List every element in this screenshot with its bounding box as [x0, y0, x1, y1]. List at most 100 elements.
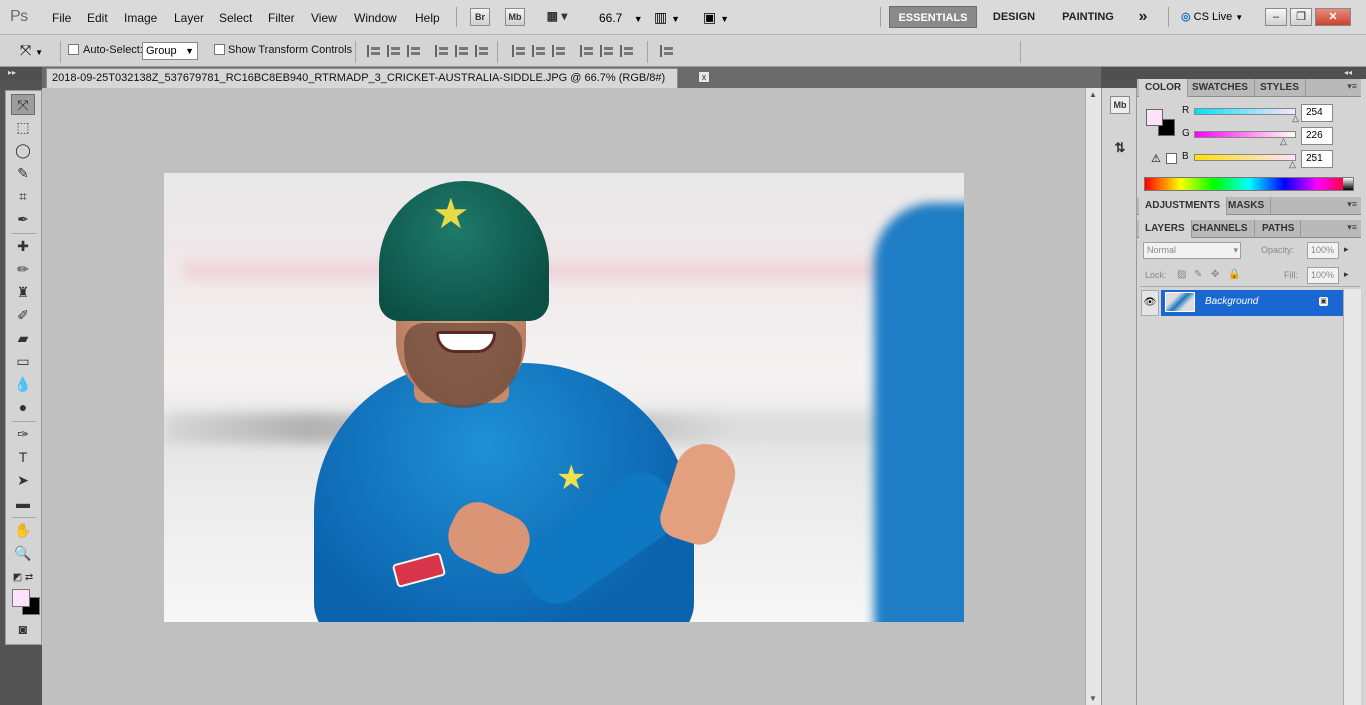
mini-bridge-panel-icon[interactable]: Mb	[1110, 96, 1130, 114]
vertical-scrollbar[interactable]: ▲ ▼	[1085, 88, 1101, 705]
align-top-icon[interactable]	[367, 45, 381, 57]
close-button[interactable]: ✕	[1315, 8, 1351, 26]
menu-edit[interactable]: Edit	[87, 11, 108, 25]
panel-menu-icon[interactable]: ▾≡	[1347, 81, 1357, 92]
layer-row-background[interactable]: Background ▣	[1161, 290, 1343, 316]
history-panel-icon[interactable]: ⇅	[1110, 140, 1130, 158]
blur-icon[interactable]: 💧	[11, 374, 35, 395]
auto-align-layers-icon[interactable]	[660, 45, 674, 57]
color-spectrum-ramp[interactable]	[1144, 177, 1354, 191]
zoom-icon[interactable]: 🔍	[11, 543, 35, 564]
opacity-arrow-icon[interactable]: ▸	[1344, 244, 1349, 255]
mini-bridge-button[interactable]: Mb	[505, 8, 525, 26]
panels-header[interactable]: ◂◂	[1137, 67, 1366, 79]
document-image[interactable]: ★ ★	[164, 173, 964, 622]
document-tab[interactable]: 2018-09-25T032138Z_537679781_RC16BC8EB94…	[46, 68, 678, 88]
panel-menu-icon[interactable]: ▾≡	[1347, 199, 1357, 210]
healing-brush-icon[interactable]: ✚	[11, 236, 35, 257]
scroll-up-icon[interactable]: ▲	[1089, 90, 1097, 99]
menu-file[interactable]: File	[52, 11, 71, 25]
slider-handle-icon[interactable]: △	[1289, 159, 1296, 170]
opacity-input[interactable]: 100%	[1307, 242, 1339, 259]
screen-mode-dropdown[interactable]: ▣ ▼	[703, 9, 729, 26]
slider-handle-icon[interactable]: △	[1292, 113, 1299, 124]
distribute-right-icon[interactable]	[620, 45, 634, 57]
eraser-icon[interactable]: ▰	[11, 328, 35, 349]
lock-position-icon[interactable]: ✥	[1211, 269, 1219, 280]
distribute-top-icon[interactable]	[512, 45, 526, 57]
eyedropper-icon[interactable]: ✒	[11, 209, 35, 230]
lock-image-icon[interactable]: ✎	[1194, 269, 1202, 280]
quick-select-icon[interactable]: ✎	[11, 163, 35, 184]
restore-button[interactable]: ❐	[1290, 8, 1312, 26]
tab-color[interactable]: COLOR	[1139, 79, 1189, 97]
auto-select-checkbox[interactable]	[68, 44, 79, 55]
menu-view[interactable]: View	[311, 11, 337, 25]
slider-handle-icon[interactable]: △	[1280, 136, 1287, 147]
brush-icon[interactable]: ✏	[11, 259, 35, 280]
tab-styles[interactable]: STYLES	[1254, 79, 1306, 97]
panel-menu-icon[interactable]: ▾≡	[1347, 222, 1357, 233]
pen-icon[interactable]: ✑	[11, 424, 35, 445]
workspace-design[interactable]: DESIGN	[986, 6, 1042, 28]
tab-layers[interactable]: LAYERS	[1139, 220, 1192, 238]
lasso-icon[interactable]: ◯	[11, 140, 35, 161]
red-slider[interactable]	[1194, 108, 1296, 115]
foreground-color-swatch[interactable]	[12, 589, 30, 607]
cs-live-button[interactable]: ◎ CS Live ▼	[1181, 10, 1243, 23]
clone-stamp-icon[interactable]: ♜	[11, 282, 35, 303]
blue-slider[interactable]	[1194, 154, 1296, 161]
menu-filter[interactable]: Filter	[268, 11, 295, 25]
rectangle-icon[interactable]: ▬	[11, 493, 35, 514]
gradient-icon[interactable]: ▭	[11, 351, 35, 372]
web-safe-swatch[interactable]	[1166, 153, 1177, 164]
color-foreground-swatch[interactable]	[1146, 109, 1163, 126]
workspace-painting[interactable]: PAINTING	[1052, 6, 1124, 28]
layers-scrollbar[interactable]	[1343, 289, 1361, 705]
menu-window[interactable]: Window	[354, 11, 397, 25]
crop-icon[interactable]: ⌗	[11, 186, 35, 207]
distribute-left-icon[interactable]	[580, 45, 594, 57]
blue-value-input[interactable]: 251	[1301, 150, 1333, 168]
arrange-documents-dropdown[interactable]: ▥ ▼	[654, 9, 680, 26]
minimize-button[interactable]: –	[1265, 8, 1287, 26]
tab-channels[interactable]: CHANNELS	[1186, 220, 1255, 238]
align-horizontal-center-icon[interactable]	[455, 45, 469, 57]
menu-select[interactable]: Select	[219, 11, 252, 25]
align-left-icon[interactable]	[435, 45, 449, 57]
menu-image[interactable]: Image	[124, 11, 157, 25]
menu-help[interactable]: Help	[415, 11, 440, 25]
gamut-warning-icon[interactable]: ⚠	[1151, 152, 1161, 165]
type-icon[interactable]: T	[11, 447, 35, 468]
lock-transparent-icon[interactable]: ▨	[1177, 269, 1186, 280]
zoom-level[interactable]: 66.7 ▼	[599, 11, 643, 25]
green-value-input[interactable]: 226	[1301, 127, 1333, 145]
lock-all-icon[interactable]: 🔒	[1228, 269, 1240, 280]
history-brush-icon[interactable]: ✐	[11, 305, 35, 326]
distribute-bottom-icon[interactable]	[552, 45, 566, 57]
quick-mask-icon[interactable]: ◙	[11, 619, 35, 640]
tab-paths[interactable]: PATHS	[1256, 220, 1302, 238]
show-transform-checkbox[interactable]	[214, 44, 225, 55]
default-colors-icon[interactable]: ◩ ⇄	[11, 567, 35, 588]
marquee-icon[interactable]: ⬚	[11, 117, 35, 138]
more-workspaces-icon[interactable]: »	[1131, 6, 1155, 28]
blend-mode-dropdown[interactable]: Normal ▾	[1143, 242, 1241, 259]
fill-input[interactable]: 100%	[1307, 267, 1339, 284]
hand-icon[interactable]: ✋	[11, 520, 35, 541]
collapsed-panel-header[interactable]	[1101, 67, 1137, 79]
view-extras-dropdown[interactable]: ▦ ▾	[540, 8, 574, 26]
red-value-input[interactable]: 254	[1301, 104, 1333, 122]
menu-layer[interactable]: Layer	[174, 11, 204, 25]
align-bottom-icon[interactable]	[407, 45, 421, 57]
fill-arrow-icon[interactable]: ▸	[1344, 269, 1349, 280]
align-right-icon[interactable]	[475, 45, 489, 57]
align-vertical-center-icon[interactable]	[387, 45, 401, 57]
distribute-horizontal-center-icon[interactable]	[600, 45, 614, 57]
tool-preset-picker[interactable]: ⤧ ▼	[20, 42, 43, 59]
workspace-essentials[interactable]: ESSENTIALS	[889, 6, 977, 28]
path-select-icon[interactable]: ➤	[11, 470, 35, 491]
launch-bridge-button[interactable]: Br	[470, 8, 490, 26]
close-document-icon[interactable]: x	[698, 71, 710, 83]
tab-swatches[interactable]: SWATCHES	[1186, 79, 1255, 97]
